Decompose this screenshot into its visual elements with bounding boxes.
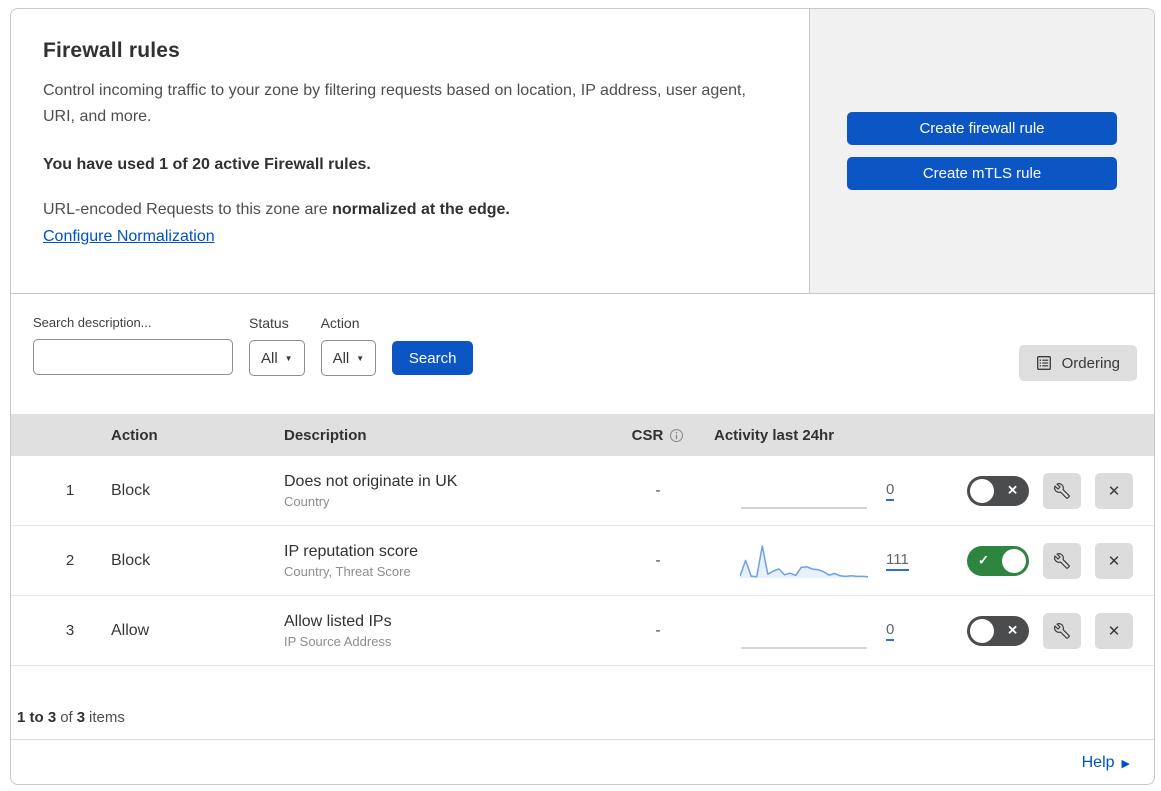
activity-sparkline — [741, 506, 867, 509]
list-icon — [1036, 356, 1051, 370]
rule-enabled-toggle[interactable]: ✓ ✕ — [967, 475, 1029, 506]
activity-count-link[interactable]: 111 — [886, 551, 909, 571]
description-column-header: Description — [284, 426, 367, 444]
search-group: Search description... — [33, 315, 233, 375]
rule-action: Allow — [111, 621, 150, 639]
table-header: Action Description CSR Activity last 24h… — [11, 414, 1154, 456]
chevron-down-icon: ▼ — [284, 353, 293, 363]
rule-fields: IP Source Address — [284, 633, 392, 649]
page-title: Firewall rules — [43, 39, 181, 62]
rule-description-cell: IP reputation score Country, Threat Scor… — [284, 543, 612, 579]
create-mtls-rule-button[interactable]: Create mTLS rule — [847, 157, 1117, 190]
help-link[interactable]: Help ▶ — [1082, 754, 1130, 772]
rule-priority: 3 — [65, 622, 75, 639]
activity-sparkline — [741, 646, 867, 649]
intro-block: Firewall rules Control incoming traffic … — [11, 9, 809, 293]
rule-activity-cell: 111 — [704, 541, 966, 581]
help-bar: Help ▶ — [11, 740, 1154, 784]
toggle-knob — [1002, 548, 1026, 573]
action-filter-group: Action All ▼ — [320, 315, 377, 376]
header-section: Firewall rules Control incoming traffic … — [11, 9, 1154, 294]
cross-icon: ✕ — [1007, 482, 1018, 498]
activity-sparkline — [740, 544, 868, 578]
wrench-icon — [1054, 622, 1070, 639]
status-label: Status — [249, 315, 289, 331]
edit-rule-button[interactable] — [1043, 542, 1081, 579]
action-dropdown[interactable]: All ▼ — [320, 340, 377, 376]
rule-description: Allow listed IPs — [284, 612, 392, 630]
toggle-knob — [970, 618, 994, 643]
toggle-knob — [970, 478, 994, 503]
status-dropdown[interactable]: All ▼ — [249, 340, 305, 376]
page-description: Control incoming traffic to your zone by… — [43, 82, 746, 125]
rule-fields: Country, Threat Score — [284, 563, 411, 579]
check-icon: ✓ — [978, 552, 989, 568]
activity-count-link[interactable]: 0 — [886, 621, 895, 641]
rule-description: Does not originate in UK — [284, 472, 458, 490]
rule-controls: ✓ ✕ ✕ — [966, 612, 1154, 649]
rule-csr-value: - — [655, 482, 661, 499]
rule-priority: 2 — [65, 552, 75, 569]
search-input[interactable] — [48, 349, 229, 365]
edit-rule-button[interactable] — [1043, 612, 1081, 649]
rule-action: Block — [111, 481, 151, 499]
actions-panel: Create firewall rule Create mTLS rule — [809, 9, 1154, 293]
activity-column-header: Activity last 24hr — [714, 426, 835, 444]
rule-controls: ✓ ✕ ✕ — [966, 542, 1154, 579]
rule-priority: 1 — [65, 482, 75, 499]
rule-action: Block — [111, 551, 151, 569]
rule-activity-cell: 0 — [704, 471, 966, 511]
search-box[interactable] — [33, 339, 233, 375]
activity-count-link[interactable]: 0 — [886, 481, 895, 501]
arrow-right-icon: ▶ — [1121, 757, 1130, 770]
delete-rule-button[interactable]: ✕ — [1095, 542, 1133, 579]
table-row: 2 Block IP reputation score Country, Thr… — [11, 526, 1154, 596]
rule-description-cell: Does not originate in UK Country — [284, 473, 612, 509]
ordering-button[interactable]: Ordering — [1018, 345, 1137, 381]
close-icon: ✕ — [1107, 552, 1121, 570]
normalization-text: URL-encoded Requests to this zone are no… — [43, 200, 510, 218]
info-icon[interactable] — [669, 428, 684, 443]
table-row: 1 Block Does not originate in UK Country… — [11, 456, 1154, 526]
action-label: Action — [320, 315, 360, 331]
delete-rule-button[interactable]: ✕ — [1095, 472, 1133, 509]
close-icon: ✕ — [1107, 622, 1121, 640]
create-firewall-rule-button[interactable]: Create firewall rule — [847, 112, 1117, 145]
usage-text: You have used 1 of 20 active Firewall ru… — [43, 155, 371, 173]
chevron-down-icon: ▼ — [356, 353, 365, 363]
wrench-icon — [1054, 552, 1070, 569]
cross-icon: ✕ — [1007, 622, 1018, 638]
search-label: Search description... — [33, 315, 152, 330]
search-button[interactable]: Search — [392, 341, 474, 375]
rule-fields: Country — [284, 493, 330, 509]
rule-controls: ✓ ✕ ✕ — [966, 472, 1154, 509]
rule-activity-cell: 0 — [704, 611, 966, 651]
wrench-icon — [1054, 482, 1070, 499]
filter-bar: Search description... Status All ▼ Actio… — [11, 294, 1154, 414]
firewall-rules-card: Firewall rules Control incoming traffic … — [10, 8, 1155, 785]
table-row: 3 Allow Allow listed IPs IP Source Addre… — [11, 596, 1154, 666]
rule-enabled-toggle[interactable]: ✓ ✕ — [967, 615, 1029, 646]
csr-column-header: CSR — [612, 427, 704, 444]
rule-description: IP reputation score — [284, 542, 419, 560]
pagination-summary: 1 to 3 of 3 items — [11, 666, 1154, 740]
status-filter-group: Status All ▼ — [249, 315, 305, 376]
edit-rule-button[interactable] — [1043, 472, 1081, 509]
rule-csr-value: - — [655, 622, 661, 639]
action-column-header: Action — [111, 426, 158, 444]
rule-csr-value: - — [655, 552, 661, 569]
rule-enabled-toggle[interactable]: ✓ ✕ — [967, 545, 1029, 576]
close-icon: ✕ — [1107, 482, 1121, 500]
rule-description-cell: Allow listed IPs IP Source Address — [284, 613, 612, 649]
configure-normalization-link[interactable]: Configure Normalization — [43, 228, 215, 245]
delete-rule-button[interactable]: ✕ — [1095, 612, 1133, 649]
